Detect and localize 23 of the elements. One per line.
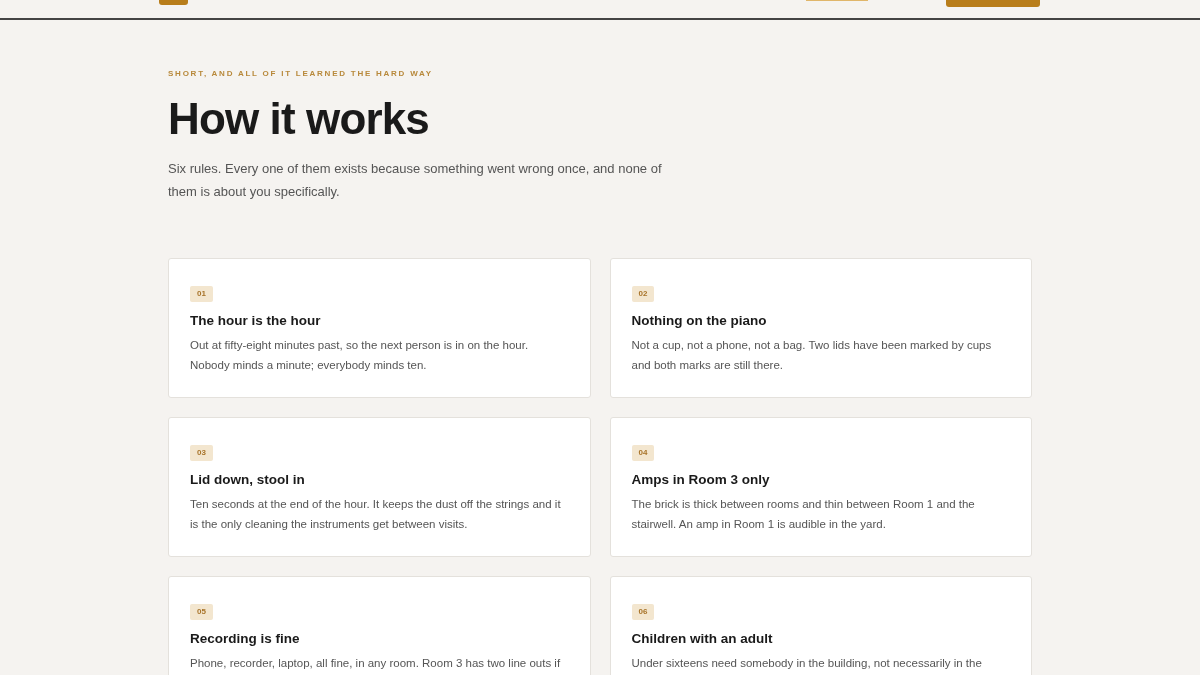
intro-text: Six rules. Every one of them exists because something went wrong once, and none of them is about you specifically. <box>168 160 663 201</box>
page-title: How it works <box>168 93 430 145</box>
rule-number: 04 <box>631 445 655 461</box>
rule-text: Under sixteens need somebody in the building, not necessarily in the <box>631 656 983 671</box>
rule-title: Recording is fine <box>190 630 301 648</box>
rule-text: Phone, recorder, laptop, all fine, in any room. Room 3 has two line outs if <box>190 656 562 671</box>
rule-title: Lid down, stool in <box>190 471 306 489</box>
rule-number: 05 <box>190 604 213 620</box>
rule-title: Nothing on the piano <box>631 312 768 330</box>
rule-text: Not a cup, not a phone, not a bag. Two lids have been marked by cups and both marks are still there. <box>631 338 993 373</box>
rule-number: 03 <box>190 445 213 461</box>
rule-text: Ten seconds at the end of the hour. It keeps the dust off the strings and it is the only cleaning the instruments get between visits. <box>190 497 562 532</box>
rule-number: 01 <box>190 286 213 302</box>
nav-link-underline[interactable] <box>806 0 868 1</box>
rule-number: 02 <box>631 286 655 302</box>
rule-title: Children with an adult <box>631 630 774 648</box>
rule-title: The hour is the hour <box>190 312 322 330</box>
rule-title: Amps in Room 3 only <box>631 471 771 489</box>
rule-text: The brick is thick between rooms and thin between Room 1 and the stairwell. An amp in Room 1 is audible in the yard. <box>631 497 976 532</box>
rule-number: 06 <box>631 604 655 620</box>
header-button[interactable] <box>946 0 1040 7</box>
eyebrow-text: SHORT, AND ALL OF IT LEARNED THE HARD WAY <box>168 68 434 80</box>
rule-text: Out at fifty-eight minutes past, so the next person is in on the hour. Nobody minds a minute; everybody minds ten. <box>190 338 530 373</box>
